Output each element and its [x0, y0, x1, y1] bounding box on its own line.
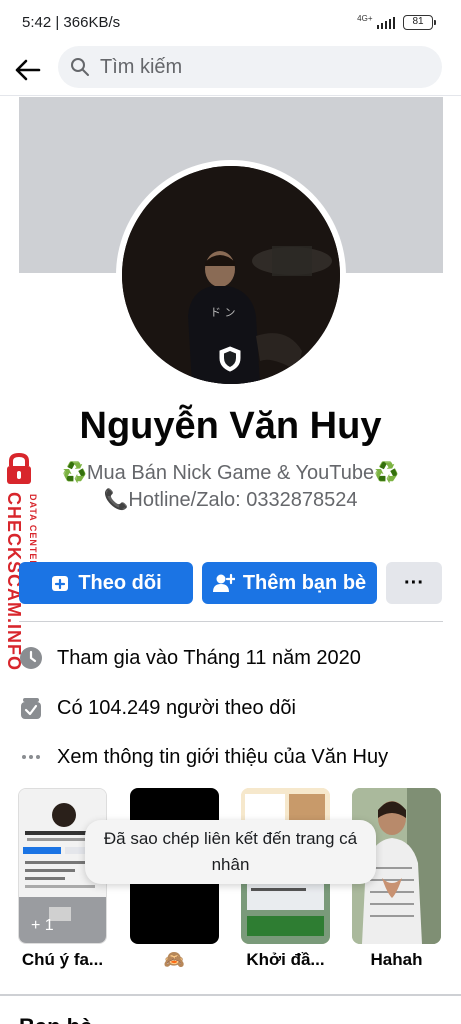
shield-icon	[219, 346, 241, 372]
friends-section-title: Bạn bè	[19, 1014, 92, 1024]
bio-line-1: ♻️Mua Bán Nick Game & YouTube♻️	[0, 460, 461, 485]
more-options-button[interactable]: ···	[386, 562, 442, 604]
section-divider	[0, 994, 461, 996]
info-joined: Tham gia vào Tháng 11 năm 2020	[19, 641, 449, 675]
info-followers[interactable]: Có 104.249 người theo dõi	[19, 691, 449, 725]
search-icon	[71, 58, 89, 76]
more-icon: ···	[404, 571, 424, 594]
about-text: Xem thông tin giới thiệu của Văn Huy	[57, 745, 389, 768]
bio-text-2: Hotline/Zalo: 0332878524	[128, 489, 358, 511]
watermark-sub: DATA CENTER	[28, 494, 38, 568]
battery-level: 81	[412, 16, 424, 27]
recycle-emoji: ♻️	[374, 462, 399, 484]
followers-icon	[19, 696, 43, 720]
battery-icon: 81	[403, 15, 436, 30]
status-time-speed: 5:42 | 366KB/s	[22, 14, 121, 31]
svg-text:ド ン: ド ン	[210, 306, 236, 319]
highlight-label: Khởi đầ...	[246, 950, 325, 969]
ellipsis-icon	[19, 745, 43, 769]
divider	[19, 621, 443, 622]
bio-line-2: 📞Hotline/Zalo: 0332878524	[0, 487, 461, 512]
highlight-label: Chú ý fa...	[21, 950, 104, 969]
back-arrow-icon	[15, 59, 41, 81]
network-type: 4G+	[357, 14, 373, 23]
phone-emoji: 📞	[103, 489, 129, 511]
profile-name: Nguyễn Văn Huy	[79, 405, 382, 447]
search-input[interactable]: Tìm kiếm	[58, 46, 442, 88]
add-friend-icon	[212, 573, 235, 593]
lock-icon	[7, 452, 31, 484]
follow-label: Theo dõi	[78, 571, 162, 594]
status-indicators: 4G+ 81	[357, 14, 436, 30]
highlight-count: + 1	[31, 917, 54, 934]
clock-icon	[19, 646, 43, 670]
highlight-label: Hahah	[370, 950, 423, 969]
add-friend-button[interactable]: Thêm bạn bè	[202, 562, 377, 604]
highlight-label: 🙈	[163, 950, 186, 969]
follow-button[interactable]: Theo dõi	[19, 562, 193, 604]
add-friend-label: Thêm bạn bè	[242, 571, 367, 594]
recycle-emoji: ♻️	[61, 462, 87, 484]
followers-text: Có 104.249 người theo dõi	[57, 696, 296, 719]
search-placeholder: Tìm kiếm	[100, 55, 183, 78]
toast-message: Đã sao chép liên kết đến trang cá nhân	[85, 820, 376, 884]
back-button[interactable]	[12, 54, 44, 86]
status-bar: 5:42 | 366KB/s 4G+ 81	[0, 0, 461, 44]
signal-icon	[376, 16, 395, 29]
info-about[interactable]: Xem thông tin giới thiệu của Văn Huy	[19, 740, 449, 774]
follow-icon	[50, 573, 70, 593]
joined-text: Tham gia vào Tháng 11 năm 2020	[57, 646, 361, 669]
bio-text-1: Mua Bán Nick Game & YouTube	[86, 462, 375, 484]
profile-guard-badge	[217, 345, 243, 373]
top-bar: Tìm kiếm	[0, 44, 461, 96]
